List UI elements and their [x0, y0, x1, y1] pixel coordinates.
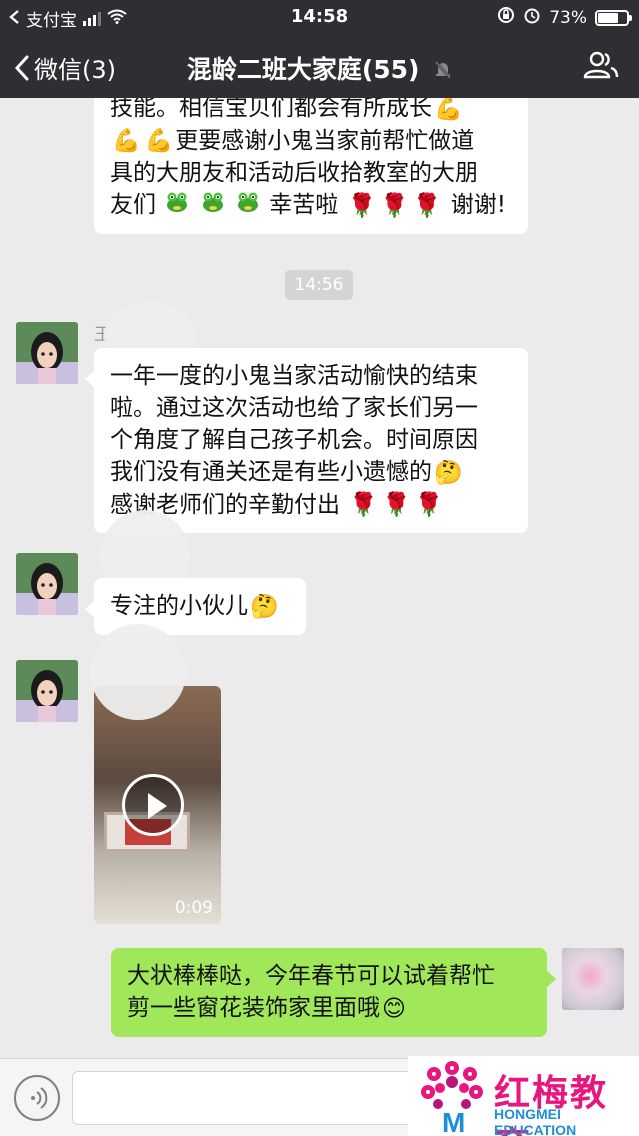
- nav-bar: 微信(3) 混龄二班大家庭(55): [0, 34, 639, 98]
- muscle-emoji-icon: 💪: [144, 128, 174, 154]
- frog-emoji-icon: [201, 190, 225, 222]
- avatar[interactable]: [16, 322, 78, 384]
- message-bubble[interactable]: 一年一度的小鬼当家活动愉快的结束 啦。通过这次活动也给了家长们另一 个角度了解自…: [85, 348, 528, 533]
- my-avatar[interactable]: [562, 948, 624, 1010]
- frog-emoji-icon: [236, 190, 260, 222]
- logo-english-text: HONGMEI EDUCATION: [494, 1106, 577, 1136]
- smiling-face-emoji-icon: 😊: [382, 995, 406, 1022]
- rose-emoji-icon: 🌹: [412, 192, 442, 219]
- chat-area[interactable]: 技能。相信宝贝们都会有所成长💪 💪 💪更要感谢小鬼当家前帮忙做道 具的大朋友和活动…: [0, 98, 639, 1058]
- alarm-icon: [523, 6, 541, 29]
- group-people-icon: [583, 51, 619, 79]
- thinking-face-emoji-icon: 🤔: [250, 593, 279, 620]
- flower-logo-icon: M: [421, 1061, 483, 1136]
- voice-wave-icon: [31, 1087, 48, 1109]
- top-bar: 支付宝 14:58 73% 微信(3) 混龄二班大家庭(55): [0, 0, 639, 98]
- message-text: 幸苦啦: [269, 192, 339, 218]
- chat-title: 混龄二班大家庭(55): [0, 50, 639, 86]
- frog-emoji-icon: [165, 190, 189, 222]
- rose-emoji-icon: 🌹: [380, 192, 409, 219]
- message-text: 个角度了解自己孩子机会。时间原因: [110, 427, 478, 453]
- rose-emoji-icon: 🌹: [349, 492, 378, 518]
- status-bar: 支付宝 14:58 73%: [0, 0, 639, 34]
- avatar[interactable]: [16, 660, 78, 722]
- message-text: 谢谢!: [450, 192, 507, 218]
- rose-emoji-icon: 🌹: [414, 492, 444, 518]
- rose-emoji-icon: 🌹: [347, 192, 377, 219]
- avatar[interactable]: [16, 553, 78, 615]
- rose-emoji-icon: 🌹: [381, 492, 411, 518]
- battery-icon: [595, 9, 632, 26]
- message-text: 更要感谢小鬼当家前帮忙做道: [175, 127, 475, 154]
- message-text: 具的大朋友和活动后收拾教室的大朋: [110, 160, 478, 186]
- message-text: 一年一度的小鬼当家活动愉快的结束: [110, 363, 478, 389]
- video-message[interactable]: 0:09: [94, 686, 221, 924]
- message-text: 啦。通过这次活动也给了家长们另一: [110, 395, 478, 421]
- battery-percent: 73%: [549, 7, 587, 28]
- my-message-bubble[interactable]: 大状棒棒哒，今年春节可以试着帮忙 剪一些窗花装饰家里面哦😊: [111, 948, 556, 1037]
- muscle-emoji-icon: 💪: [112, 128, 141, 154]
- chat-title-text: 混龄二班大家庭(55): [186, 55, 420, 84]
- voice-button[interactable]: [14, 1075, 60, 1121]
- mute-bell-icon: [434, 57, 452, 86]
- video-duration: 0:09: [174, 898, 213, 918]
- svg-text:M: M: [442, 1107, 465, 1136]
- message-text: 技能。相信宝贝们都会有所成长: [110, 98, 432, 121]
- message-text: 大状棒棒哒，今年春节可以试着帮忙: [127, 963, 495, 989]
- play-icon[interactable]: [122, 774, 184, 836]
- blurred-name-cover: [90, 624, 186, 720]
- rotation-lock-icon: [497, 6, 515, 29]
- message-text: 友们: [110, 192, 156, 218]
- message-text: 专注的小伙儿: [110, 593, 248, 619]
- muscle-emoji-icon: 💪: [434, 98, 463, 122]
- message-bubble[interactable]: 技能。相信宝贝们都会有所成长💪 💪 💪更要感谢小鬼当家前帮忙做道 具的大朋友和活动…: [94, 98, 528, 234]
- message-text: 我们没有通关还是有些小遗憾的: [110, 459, 432, 485]
- hongmei-logo: M 红梅教育 HONGMEI EDUCATION: [408, 1056, 639, 1136]
- message-text: 剪一些窗花装饰家里面哦: [127, 995, 380, 1021]
- group-members-button[interactable]: [583, 51, 619, 83]
- thinking-face-emoji-icon: 🤔: [434, 459, 463, 486]
- timestamp-label: 14:56: [285, 270, 353, 300]
